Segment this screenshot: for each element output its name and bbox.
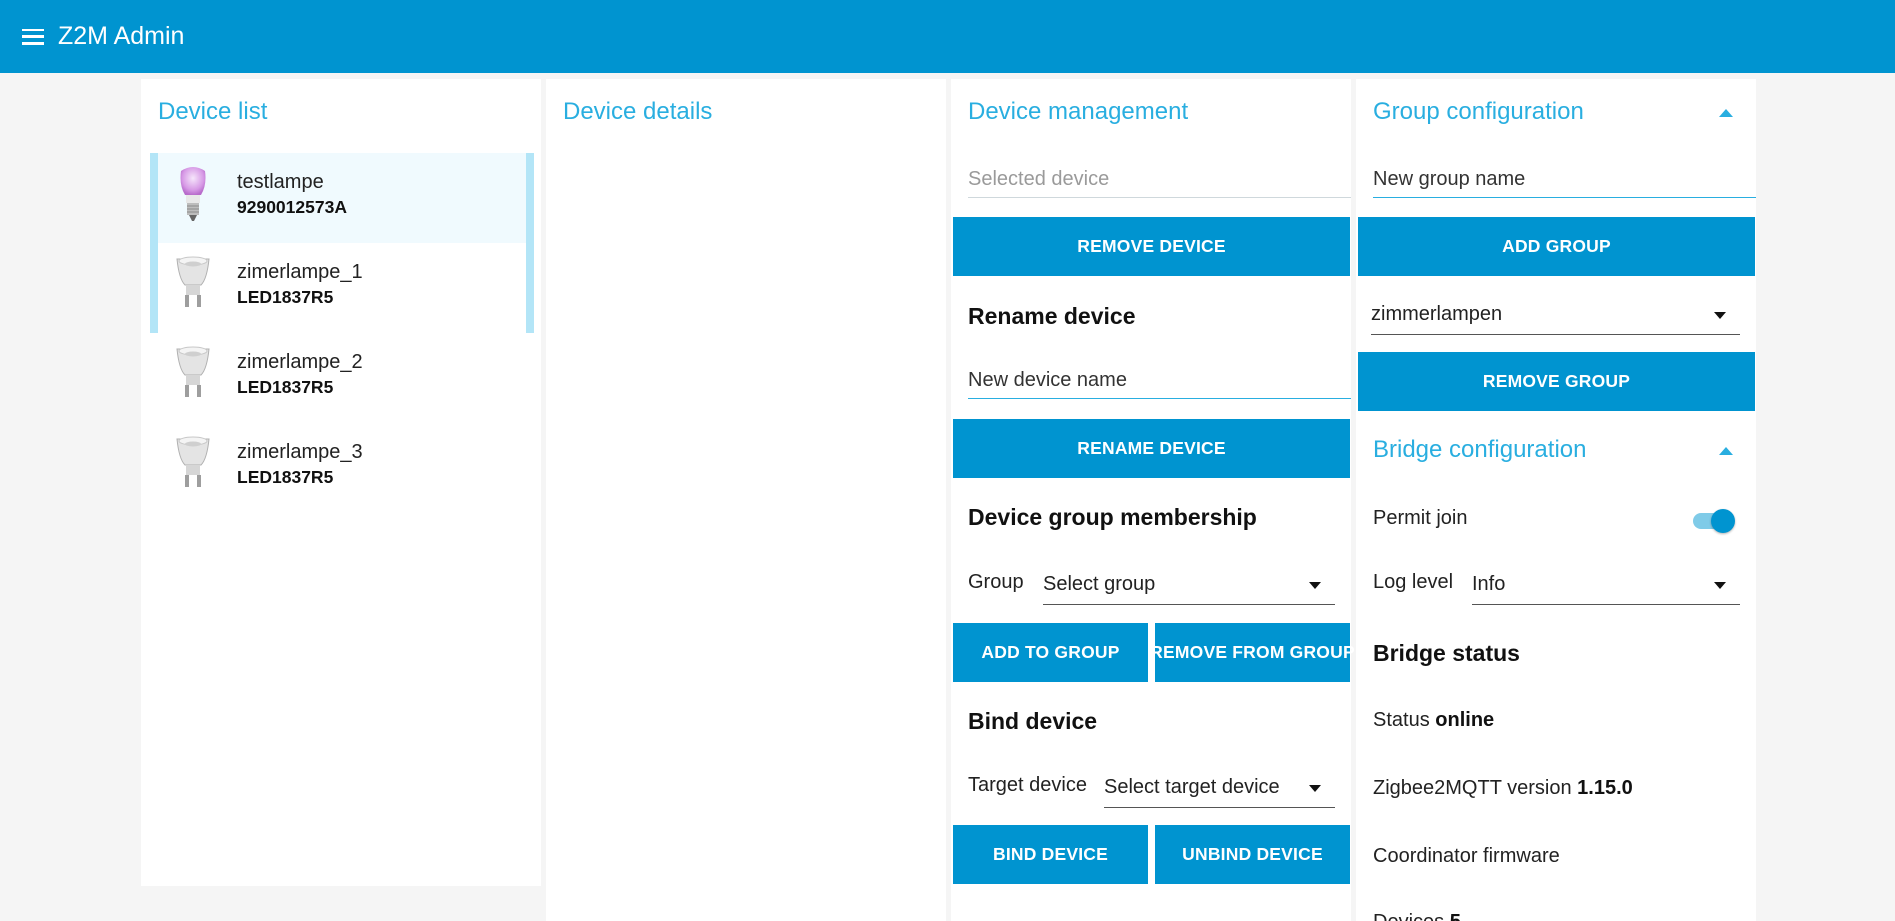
version-value: 1.15.0 [1577, 777, 1633, 799]
group-label: Group [968, 571, 1024, 593]
group-select-value: zimmerlampen [1371, 303, 1503, 325]
device-model: LED1837R5 [237, 377, 334, 397]
status-label: Status [1373, 709, 1430, 731]
permit-join-label: Permit join [1373, 507, 1468, 529]
device-name: testlampe [237, 171, 324, 193]
group-select[interactable]: Select group [1043, 573, 1335, 605]
version-line: Zigbee2MQTT version 1.15.0 [1373, 777, 1633, 800]
app-bar: Z2M Admin [0, 0, 1895, 73]
unbind-device-button[interactable]: UNBIND DEVICE [1155, 825, 1350, 884]
bridge-configuration-title: Bridge configuration [1373, 436, 1587, 463]
permit-join-toggle[interactable] [1691, 506, 1737, 534]
selected-device-field[interactable]: Selected device [968, 168, 1351, 198]
log-level-select[interactable]: Info [1472, 573, 1740, 605]
device-list-item[interactable]: zimerlampe_2 LED1837R5 [151, 333, 533, 423]
new-device-name-input[interactable]: New device name [968, 369, 1351, 399]
log-level-label: Log level [1373, 571, 1454, 593]
rename-device-button[interactable]: RENAME DEVICE [953, 419, 1350, 478]
bind-device-heading: Bind device [968, 708, 1098, 734]
device-list-item[interactable]: zimerlampe_1 LED1837R5 [150, 243, 534, 333]
group-configuration-panel: Group configuration New group name ADD G… [1356, 79, 1756, 921]
device-model: LED1837R5 [237, 287, 334, 307]
log-level-value: Info [1472, 573, 1506, 595]
color-bulb-icon [180, 167, 206, 221]
target-device-select-value: Select target device [1104, 776, 1280, 798]
gu10-bulb-icon [176, 256, 210, 307]
device-details-panel: Device details [546, 79, 946, 921]
remove-device-button[interactable]: REMOVE DEVICE [953, 217, 1350, 276]
chevron-down-icon [1714, 582, 1726, 589]
menu-icon[interactable] [22, 28, 44, 45]
devices-count-line: Devices 5 [1373, 911, 1461, 921]
toggle-thumb [1711, 509, 1735, 533]
group-select[interactable]: zimmerlampen [1371, 303, 1740, 335]
group-membership-heading: Device group membership [968, 504, 1257, 530]
device-management-title: Device management [968, 98, 1189, 125]
devices-label: Devices [1373, 911, 1444, 921]
chevron-up-icon[interactable] [1719, 447, 1733, 455]
rename-device-heading: Rename device [968, 303, 1136, 329]
device-name: zimerlampe_1 [237, 261, 363, 283]
device-model: 9290012573A [237, 197, 347, 217]
device-name: zimerlampe_3 [237, 441, 363, 463]
app-title: Z2M Admin [58, 22, 185, 50]
add-to-group-button[interactable]: ADD TO GROUP [953, 623, 1148, 682]
add-group-button[interactable]: ADD GROUP [1358, 217, 1755, 276]
new-group-name-input[interactable]: New group name [1373, 168, 1756, 198]
chevron-down-icon [1309, 582, 1321, 589]
version-label: Zigbee2MQTT version [1373, 777, 1572, 799]
gu10-bulb-icon [176, 346, 210, 397]
remove-from-group-button[interactable]: REMOVE FROM GROUP [1150, 623, 1355, 682]
device-model: LED1837R5 [237, 467, 334, 487]
devices-value: 5 [1450, 911, 1461, 921]
bind-device-button[interactable]: BIND DEVICE [953, 825, 1148, 884]
coordinator-firmware-label: Coordinator firmware [1373, 845, 1560, 867]
remove-group-button[interactable]: REMOVE GROUP [1358, 352, 1755, 411]
chevron-down-icon [1714, 312, 1726, 319]
group-configuration-title: Group configuration [1373, 98, 1584, 125]
group-select-value: Select group [1043, 573, 1156, 595]
target-device-label: Target device [968, 774, 1087, 796]
device-name: zimerlampe_2 [237, 351, 363, 373]
device-list-item[interactable]: zimerlampe_3 LED1837R5 [151, 423, 533, 513]
device-management-panel: Device management Selected device REMOVE… [951, 79, 1355, 921]
target-device-select[interactable]: Select target device [1104, 776, 1335, 808]
device-list-title: Device list [158, 98, 268, 125]
chevron-up-icon[interactable] [1719, 109, 1733, 117]
bridge-status-heading: Bridge status [1373, 640, 1520, 666]
gu10-bulb-icon [176, 436, 210, 487]
device-list-item[interactable]: testlampe 9290012573A [150, 153, 534, 243]
coordinator-firmware-line: Coordinator firmware [1373, 845, 1560, 868]
device-list-panel: Device list testlampe 9290012573A zimerl… [141, 79, 541, 886]
bridge-status-line: Status online [1373, 709, 1494, 732]
chevron-down-icon [1309, 785, 1321, 792]
device-details-title: Device details [563, 98, 713, 125]
status-value: online [1435, 709, 1495, 731]
